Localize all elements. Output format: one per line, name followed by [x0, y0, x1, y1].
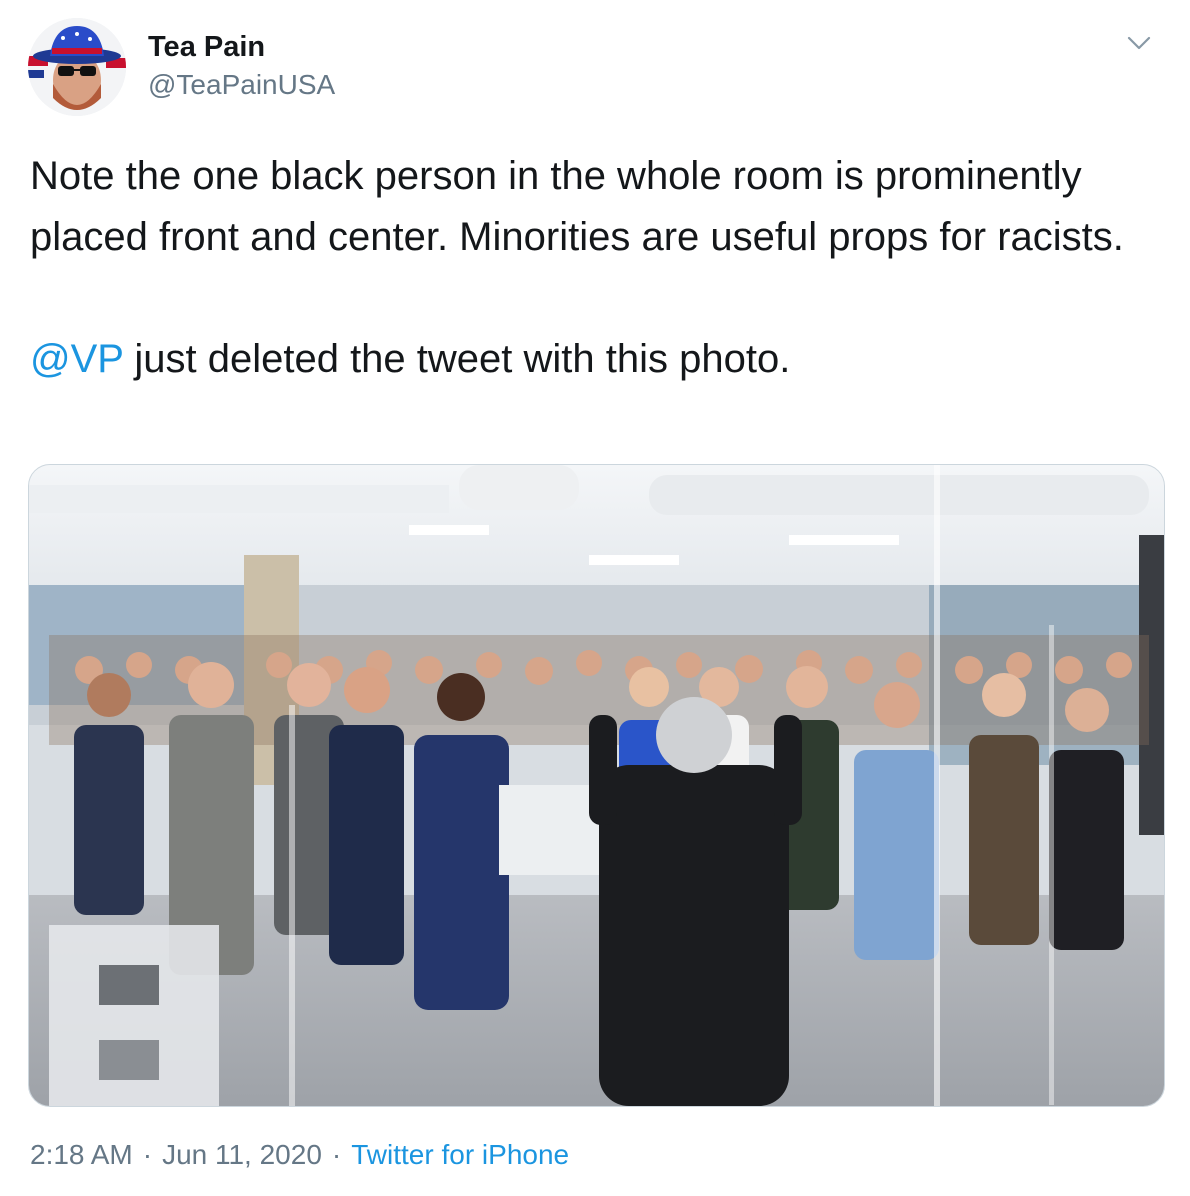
- mention-link[interactable]: @VP: [30, 337, 123, 381]
- tweet-time[interactable]: 2:18 AM: [30, 1139, 133, 1170]
- chevron-down-icon[interactable]: [1124, 28, 1154, 58]
- tweet-paragraph-1: Note the one black person in the whole r…: [30, 154, 1124, 259]
- tweet-source-link[interactable]: Twitter for iPhone: [351, 1139, 569, 1170]
- avatar[interactable]: [28, 18, 126, 116]
- tweet-meta: 2:18 AM · Jun 11, 2020 · Twitter for iPhone: [30, 1136, 569, 1174]
- user-handle[interactable]: @TeaPainUSA: [148, 68, 335, 102]
- tweet-photo[interactable]: [28, 464, 1165, 1107]
- user-names: Tea Pain @TeaPainUSA: [148, 30, 335, 102]
- avatar-icon: [28, 18, 126, 116]
- photo-image: [29, 465, 1164, 1106]
- meta-separator-1: ·: [142, 1139, 153, 1170]
- tweet-header: Tea Pain @TeaPainUSA: [28, 18, 1168, 118]
- tweet-date[interactable]: Jun 11, 2020: [162, 1139, 322, 1170]
- display-name[interactable]: Tea Pain: [148, 30, 335, 64]
- tweet-paragraph-2-text: just deleted the tweet with this photo.: [123, 337, 791, 381]
- tweet-text: Note the one black person in the whole r…: [30, 146, 1160, 390]
- tweet-paragraph-2: @VP just deleted the tweet with this pho…: [30, 329, 1160, 390]
- meta-separator-2: ·: [331, 1139, 342, 1170]
- tweet: Tea Pain @TeaPainUSA Note the one black …: [0, 0, 1190, 1196]
